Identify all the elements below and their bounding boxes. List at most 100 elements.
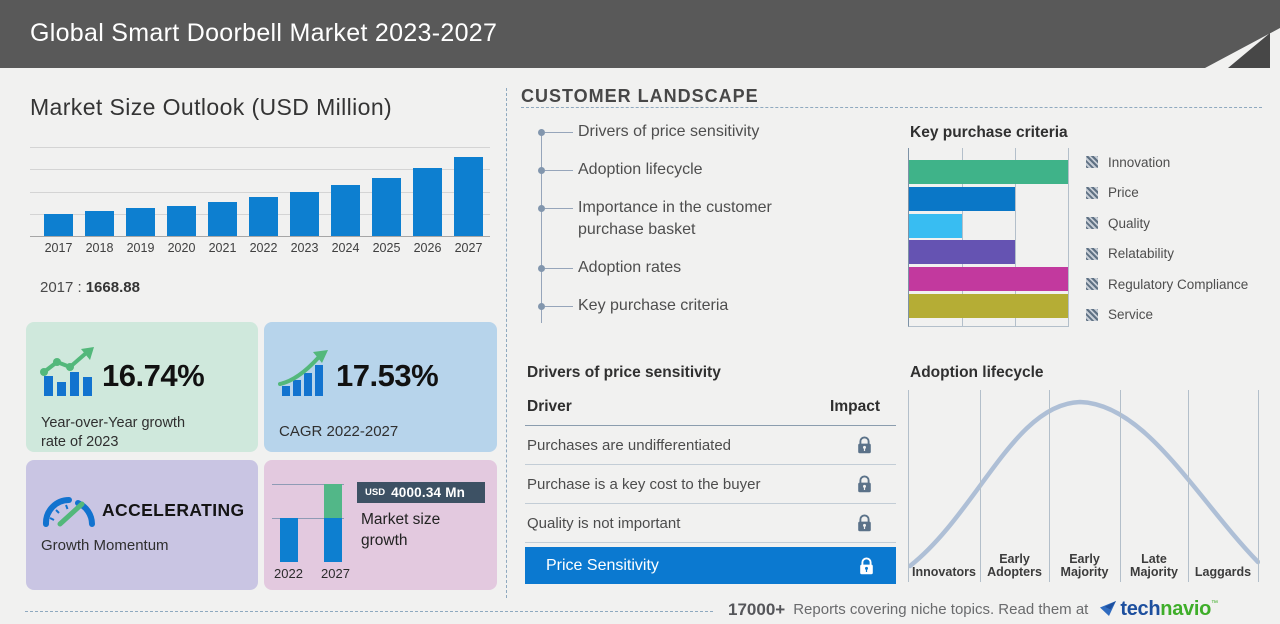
- hatch-swatch-icon: [1086, 278, 1098, 290]
- lock-icon: [836, 556, 896, 575]
- table-header-row: Driver Impact: [525, 394, 896, 426]
- list-bullet-icon: [538, 303, 545, 310]
- year-label: 2020: [167, 241, 196, 255]
- lifecycle-gridline: [908, 390, 909, 582]
- market-size-bar-2018: [85, 211, 114, 236]
- legend-label: Innovation: [1108, 154, 1171, 170]
- lifecycle-gridline: [1188, 390, 1189, 582]
- price-sensitivity-title: Drivers of price sensitivity: [527, 364, 721, 381]
- market-size-bar-2027: [454, 157, 483, 236]
- stage-label-3: Early Majority: [1060, 551, 1109, 580]
- base-year-label: 2017 :: [40, 279, 82, 296]
- market-size-bar-2019: [126, 208, 155, 236]
- lifecycle-gridline: [1258, 390, 1259, 582]
- list-bullet-icon: [538, 167, 545, 174]
- driver-row-1: Purchases are undifferentiated: [525, 426, 896, 465]
- legend-label: Regulatory Compliance: [1108, 276, 1249, 292]
- base-year-number: 1668.88: [85, 279, 140, 296]
- list-connector-line: [545, 132, 573, 133]
- kpc-bar-relatability: [909, 240, 1015, 265]
- legend-label: Service: [1108, 307, 1154, 322]
- technavio-logo[interactable]: tech navio ™: [1100, 598, 1218, 621]
- list-bullet-icon: [538, 205, 545, 212]
- mini-bar-2027-base: [324, 518, 342, 562]
- impact-lock: [834, 514, 894, 532]
- bars-trend-icon: [40, 347, 94, 396]
- hatch-swatch-icon: [1086, 308, 1098, 321]
- hatch-swatch-icon: [1086, 186, 1098, 199]
- brand-tech: tech: [1120, 598, 1161, 620]
- price-sensitivity-highlight-row: Price Sensitivity: [525, 547, 896, 584]
- landscape-item-4: Adoption rates: [521, 257, 821, 279]
- driver-label: Purchase is a key cost to the buyer: [527, 475, 761, 493]
- legend-item-1: Innovation: [1086, 154, 1248, 170]
- market-size-year-labels: 2017 2018 2019 2020 2021 2022 2023 2024 2025 2026…: [30, 241, 490, 257]
- year-label: 2017: [44, 241, 73, 255]
- list-connector-line: [545, 306, 573, 307]
- report-count: 17000+: [728, 599, 786, 619]
- legend-label: Price: [1108, 185, 1139, 200]
- column-impact: Impact: [830, 398, 880, 415]
- legend-item-2: Price: [1086, 185, 1248, 200]
- mini-bar-2022: [280, 518, 298, 562]
- cagr-card: 17.53% CAGR 2022-2027: [264, 322, 497, 452]
- momentum-value: ACCELERATING: [102, 500, 245, 520]
- header-bar: Global Smart Doorbell Market 2023-2027: [0, 0, 1280, 68]
- kpc-bar-innovation: [909, 160, 1068, 184]
- market-size-bar-2022: [249, 197, 278, 236]
- landscape-item-label: Drivers of price sensitivity: [578, 123, 760, 140]
- chart-gridline: [30, 147, 490, 148]
- driver-row-2: Purchase is a key cost to the buyer: [525, 465, 896, 504]
- landscape-item-label: Key purchase criteria: [578, 297, 729, 314]
- landscape-item-2: Adoption lifecycle: [521, 159, 821, 181]
- stage-label-2: Early Adopters: [987, 551, 1042, 580]
- year-label: 2021: [208, 241, 237, 255]
- page-curl-fold-icon: [1228, 33, 1270, 68]
- lifecycle-gridline: [980, 390, 981, 582]
- landscape-item-3: Importance in the customer purchase bask…: [521, 197, 821, 241]
- lifecycle-gridline: [1049, 390, 1050, 582]
- adoption-lifecycle-chart: Innovators Early Adopters Early Majority La…: [908, 390, 1260, 582]
- adoption-lifecycle-title: Adoption lifecycle: [910, 364, 1044, 381]
- year-label: 2027: [454, 241, 483, 255]
- base-year-value: 2017 :1668.88: [40, 279, 140, 296]
- lock-icon: [857, 514, 871, 532]
- legend-item-3: Quality: [1086, 216, 1248, 231]
- market-size-bar-2023: [290, 192, 319, 236]
- highlight-row-label: Price Sensitivity: [546, 556, 659, 574]
- yoy-growth-value: 16.74%: [102, 358, 205, 393]
- year-label: 2025: [372, 241, 401, 255]
- legend-item-4: Relatability: [1086, 246, 1248, 261]
- kpc-bar-price: [909, 186, 1015, 211]
- cagr-label: CAGR 2022-2027: [279, 423, 399, 440]
- market-size-bar-2020: [167, 206, 196, 236]
- mini-year-end: 2027: [321, 566, 350, 581]
- footer-divider: [25, 611, 713, 612]
- key-purchase-criteria-title: Key purchase criteria: [910, 124, 1068, 141]
- lifecycle-gridline: [1120, 390, 1121, 582]
- mini-year-start: 2022: [274, 566, 303, 581]
- vertical-divider: [506, 88, 507, 598]
- market-size-bar-2017: [44, 214, 73, 236]
- customer-landscape-underline: [521, 107, 1262, 108]
- badge-amount: 4000.34 Mn: [391, 485, 466, 500]
- market-size-bar-2025: [372, 178, 401, 236]
- stage-label-1: Innovators: [912, 565, 976, 580]
- footer-text: Reports covering niche topics. Read them…: [793, 601, 1089, 618]
- technavio-arrow-icon: [1100, 601, 1117, 616]
- year-label: 2018: [85, 241, 114, 255]
- landscape-item-1: Drivers of price sensitivity: [521, 121, 821, 143]
- list-connector-line: [545, 208, 573, 209]
- badge-currency: USD: [365, 487, 386, 498]
- growth-momentum-card: ACCELERATING Growth Momentum: [26, 460, 258, 590]
- market-size-bar-2026: [413, 168, 442, 236]
- year-label: 2026: [413, 241, 442, 255]
- price-sensitivity-table: Driver Impact Purchases are undifferenti…: [525, 394, 896, 584]
- landscape-item-5: Key purchase criteria: [521, 295, 821, 317]
- lock-icon: [857, 436, 871, 454]
- cagr-value: 17.53%: [336, 358, 439, 393]
- speedometer-icon: [43, 496, 95, 527]
- hatch-swatch-icon: [1086, 156, 1098, 168]
- brand-trademark: ™: [1211, 600, 1219, 607]
- legend-label: Relatability: [1108, 246, 1175, 261]
